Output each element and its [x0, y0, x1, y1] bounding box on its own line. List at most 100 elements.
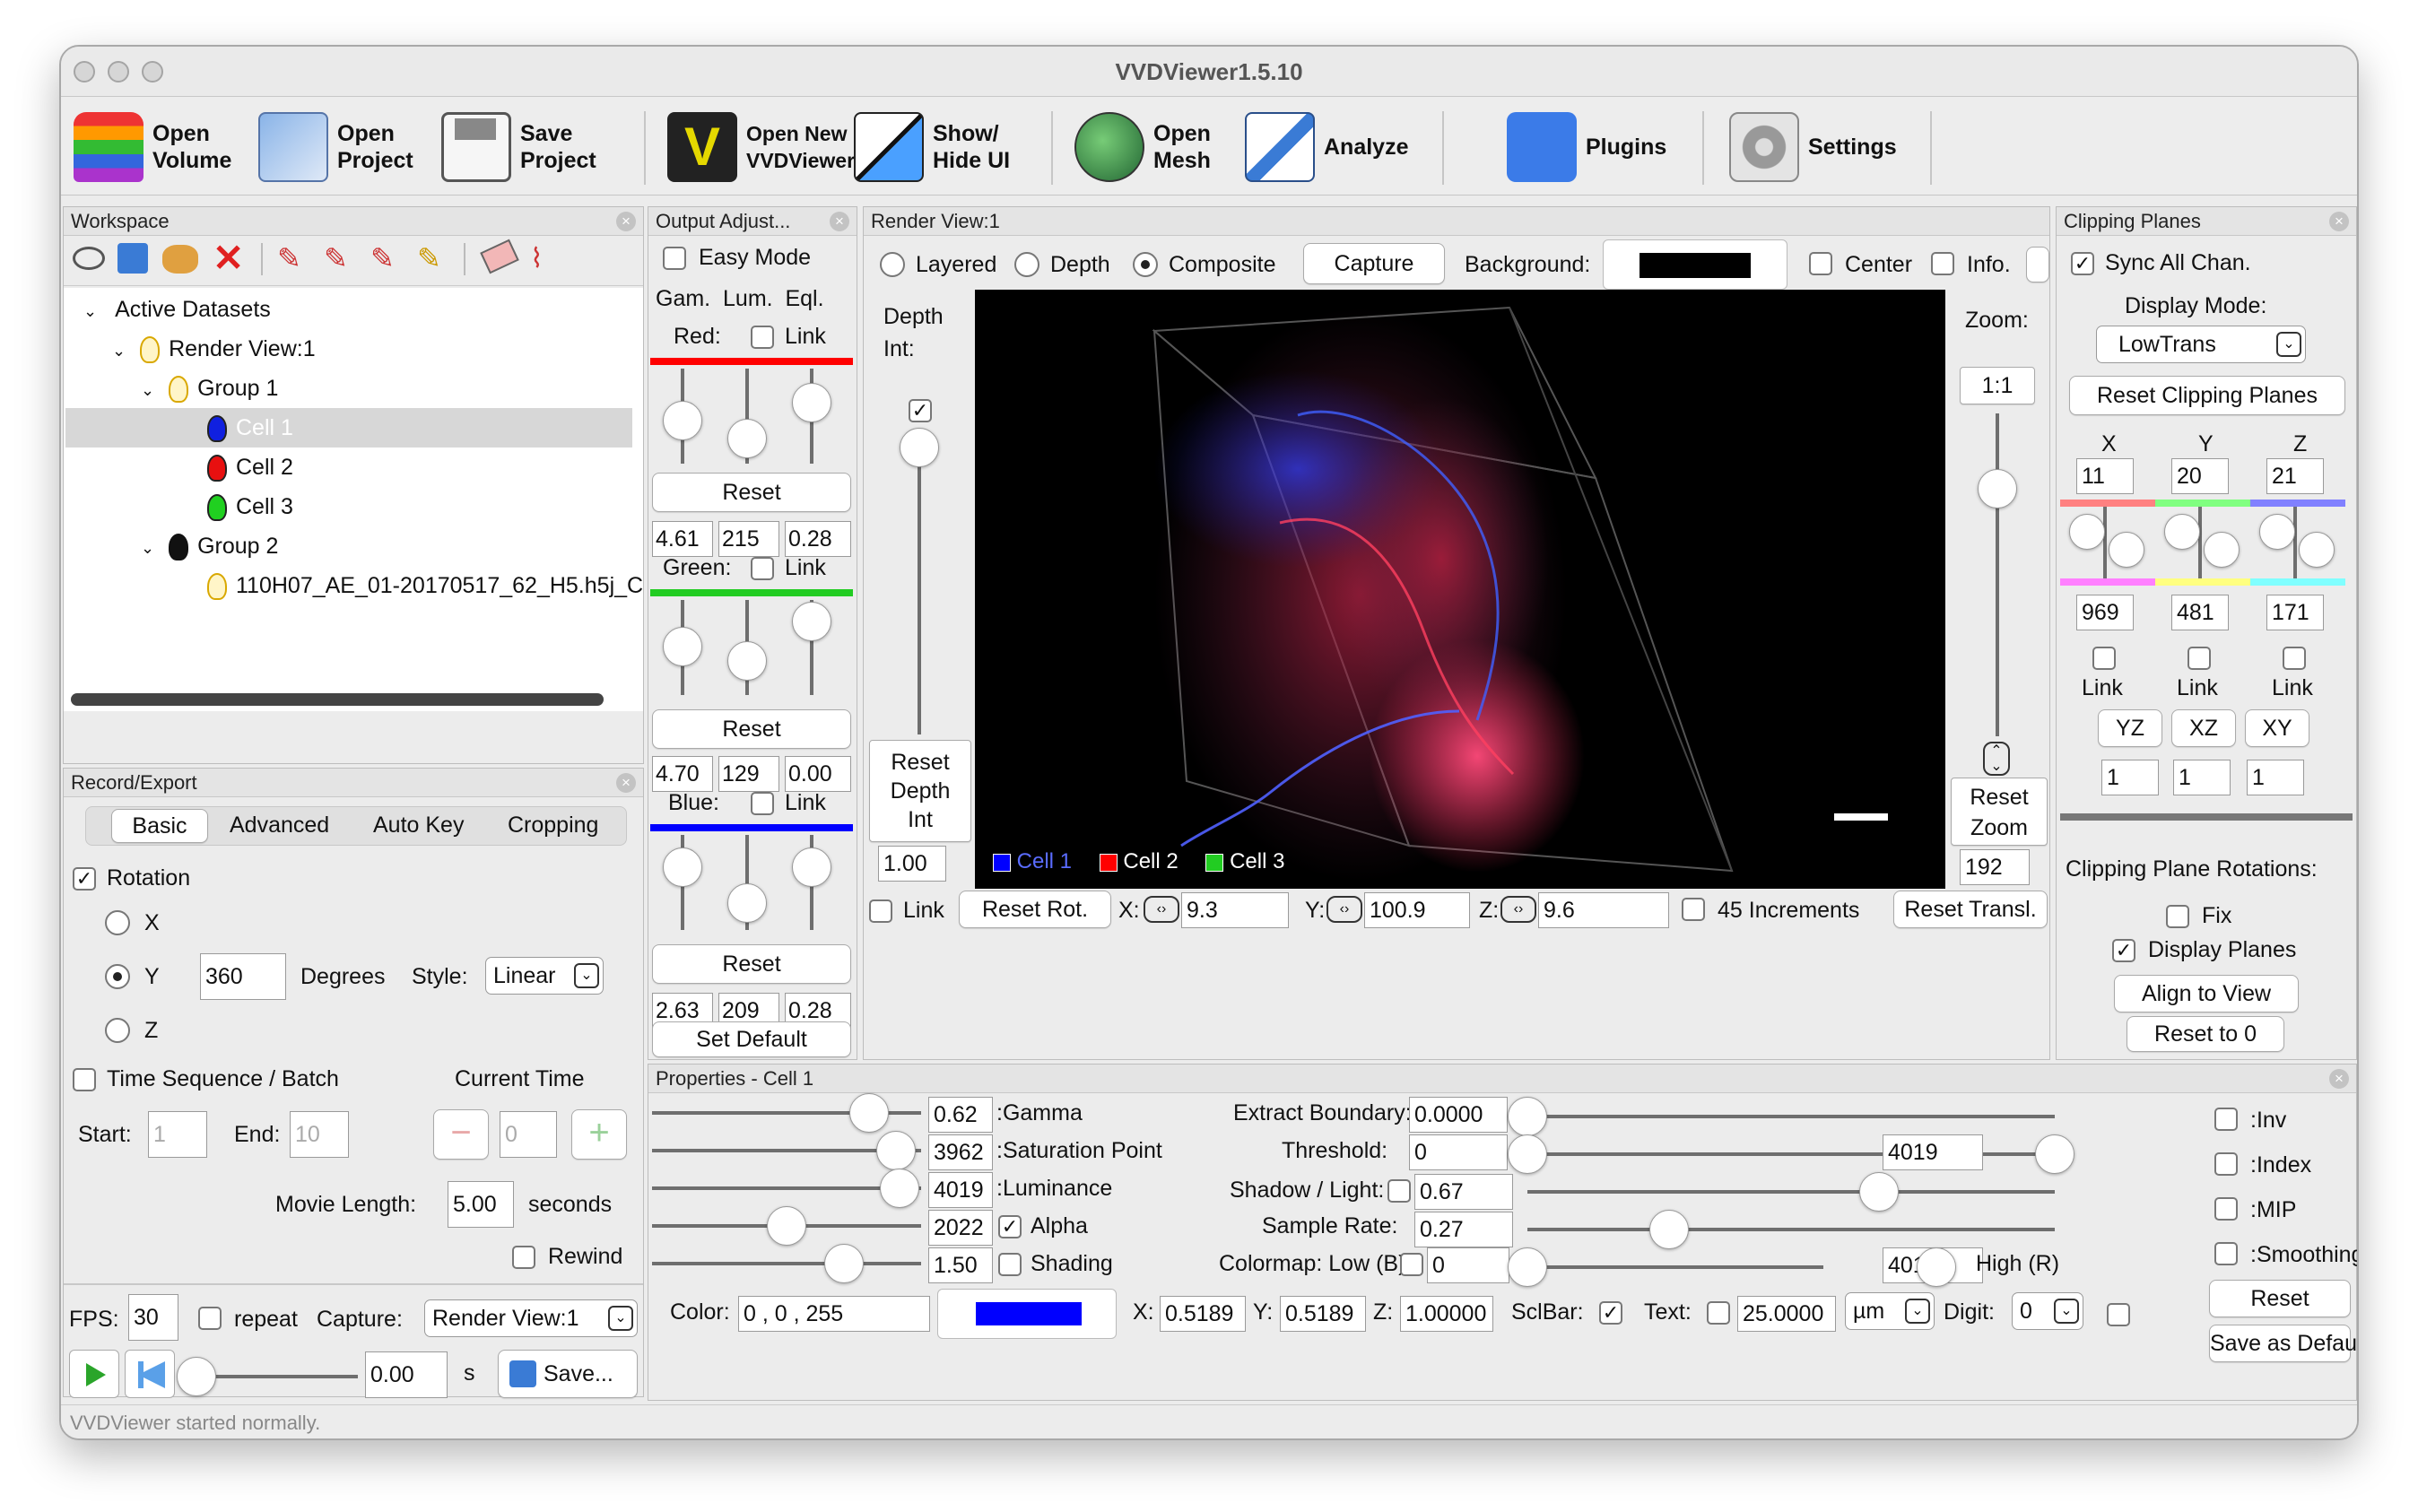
green-gamma-input[interactable]: 4.70 — [652, 756, 713, 792]
capture-button[interactable]: Capture — [1303, 243, 1445, 284]
color-input[interactable]: 0 , 0 , 255 — [738, 1296, 930, 1332]
horizontal-scrollbar[interactable] — [71, 693, 604, 706]
start-input[interactable]: 1 — [148, 1111, 207, 1158]
show-hide-ui-button[interactable]: Show/ Hide UI — [854, 108, 1010, 187]
shadow-handle[interactable] — [1859, 1172, 1899, 1212]
set-default-button[interactable]: Set Default — [652, 1021, 851, 1057]
saturation-input[interactable]: 3962 — [928, 1134, 993, 1170]
brush-diffuse-icon[interactable]: ✎ — [370, 241, 395, 275]
index-checkbox[interactable] — [2214, 1152, 2238, 1176]
sync-channels-checkbox[interactable]: ✓ — [2071, 252, 2094, 275]
open-project-button[interactable]: Open Project — [258, 108, 413, 187]
gamma-slider-handle[interactable] — [849, 1093, 889, 1133]
play-button[interactable] — [69, 1350, 119, 1398]
clip-y-max-handle[interactable] — [2204, 532, 2240, 568]
clip-x-max-input[interactable]: 969 — [2076, 595, 2134, 630]
red-link-checkbox[interactable] — [751, 326, 774, 349]
settings-button[interactable]: Settings — [1729, 108, 1897, 187]
spacing-x-input[interactable]: 0.5189 — [1160, 1296, 1246, 1332]
colormap-high-handle[interactable] — [1917, 1247, 1956, 1287]
tree-group-1[interactable]: ⌄ Group 1 — [141, 369, 278, 408]
zoom-window-button[interactable] — [142, 61, 163, 83]
tree-cell-2[interactable]: Cell 2 — [207, 448, 293, 487]
depth-link-checkbox[interactable] — [869, 899, 892, 923]
clip-x-min-input[interactable]: 11 — [2076, 458, 2134, 494]
zoom-slider-track[interactable] — [1996, 413, 1999, 736]
time-slider-track[interactable] — [196, 1375, 358, 1378]
red-eql-handle[interactable] — [792, 383, 831, 422]
reset-depth-button[interactable]: Reset Depth Int — [869, 740, 971, 842]
background-color-swatch[interactable] — [1603, 239, 1787, 290]
sample-rate-track[interactable] — [1527, 1228, 2055, 1231]
colormap-low-input[interactable]: 0 — [1427, 1247, 1509, 1283]
movie-length-input[interactable]: 5.00 — [448, 1181, 514, 1228]
clip-x-link-checkbox[interactable] — [2092, 647, 2116, 670]
save-movie-button[interactable]: Save... — [498, 1350, 638, 1398]
center-checkbox[interactable] — [1809, 252, 1832, 275]
extract-boundary-input[interactable]: 0.0000 — [1409, 1097, 1508, 1133]
clip-y-min-input[interactable]: 20 — [2171, 458, 2229, 494]
red-lum-handle[interactable] — [727, 419, 767, 458]
tab-advanced[interactable]: Advanced — [230, 812, 329, 839]
minimize-window-button[interactable] — [108, 61, 129, 83]
clear-mask-icon[interactable]: ⌇ — [530, 243, 544, 274]
blue-eql-handle[interactable] — [792, 847, 831, 887]
clip-y-min-handle[interactable] — [2164, 514, 2200, 550]
shading-input[interactable]: 1.50 — [928, 1247, 993, 1283]
eye-icon[interactable] — [73, 247, 105, 270]
threshold-low-handle[interactable] — [1508, 1134, 1547, 1174]
depth-value-input[interactable]: 1.00 — [878, 846, 946, 882]
shading-checkbox[interactable] — [998, 1253, 1022, 1276]
alpha-input[interactable]: 2022 — [928, 1210, 993, 1246]
close-icon[interactable]: × — [2329, 1069, 2349, 1089]
clip-x-min-handle[interactable] — [2069, 514, 2105, 550]
red-lum-input[interactable]: 215 — [718, 521, 779, 557]
clip-x-max-handle[interactable] — [2109, 532, 2144, 568]
axis-y-radio[interactable] — [105, 964, 130, 989]
red-reset-button[interactable]: Reset — [652, 473, 851, 512]
close-icon[interactable]: × — [616, 773, 636, 793]
close-icon[interactable]: × — [830, 212, 849, 231]
close-window-button[interactable] — [74, 61, 95, 83]
reset-to-zero-button[interactable]: Reset to 0 — [2127, 1016, 2284, 1052]
smoothing-checkbox[interactable] — [2214, 1242, 2238, 1265]
tab-auto-key[interactable]: Auto Key — [373, 812, 464, 839]
reset-rotation-button[interactable]: Reset Rot. — [959, 891, 1111, 928]
repeat-checkbox[interactable] — [198, 1307, 222, 1330]
tree-render-view[interactable]: ⌄ Render View:1 — [112, 329, 316, 369]
info-checkbox[interactable] — [1931, 252, 1954, 275]
colormap-low-handle[interactable] — [1508, 1247, 1547, 1287]
clip-y-max-input[interactable]: 481 — [2171, 595, 2229, 630]
green-gamma-handle[interactable] — [663, 627, 702, 666]
3d-viewport[interactable]: Cell 1 Cell 2 Cell 3 — [975, 290, 1945, 889]
rotation-checkbox[interactable]: ✓ — [73, 867, 96, 891]
blue-gamma-handle[interactable] — [663, 847, 702, 887]
time-input[interactable]: 0.00 — [365, 1351, 448, 1398]
threshold-low-input[interactable]: 0 — [1409, 1134, 1508, 1170]
xy-button[interactable]: XY — [2245, 709, 2309, 747]
mip-checkbox[interactable] — [2214, 1197, 2238, 1221]
overflow-button[interactable] — [2026, 247, 2049, 282]
green-lum-handle[interactable] — [727, 641, 767, 681]
brush-add-icon[interactable]: ✎ — [277, 241, 301, 275]
green-link-checkbox[interactable] — [751, 557, 774, 580]
shadow-track[interactable] — [1527, 1190, 2055, 1194]
scalebar-extra-checkbox[interactable] — [2107, 1303, 2130, 1326]
style-select[interactable]: Linear ⌄ — [485, 957, 604, 995]
rot-x-stepper[interactable]: ‹› — [1144, 896, 1179, 923]
display-planes-checkbox[interactable]: ✓ — [2112, 939, 2135, 962]
decrement-time-button[interactable]: − — [433, 1109, 489, 1160]
color-swatch-button[interactable] — [937, 1289, 1117, 1339]
open-mesh-button[interactable]: Open Mesh — [1074, 108, 1211, 187]
reset-translation-button[interactable]: Reset Transl. — [1893, 891, 2048, 928]
eraser-icon[interactable] — [480, 239, 519, 274]
blue-lum-handle[interactable] — [727, 883, 767, 923]
axis-z-radio[interactable] — [105, 1018, 130, 1043]
time-slider-handle[interactable] — [177, 1357, 216, 1396]
xy-step-input[interactable]: 1 — [2247, 760, 2304, 795]
clip-y-link-checkbox[interactable] — [2188, 647, 2211, 670]
fps-input[interactable]: 30 — [128, 1294, 178, 1341]
tree-cell-1[interactable]: Cell 1 — [207, 408, 293, 448]
yz-button[interactable]: YZ — [2098, 709, 2162, 747]
depth-enable-checkbox[interactable]: ✓ — [909, 399, 932, 422]
